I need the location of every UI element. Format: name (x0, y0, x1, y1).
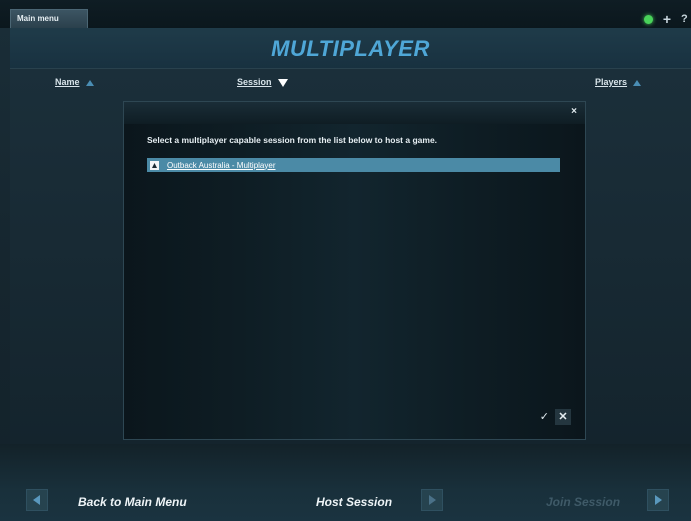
arrow-right-icon (655, 495, 662, 505)
page-title: MULTIPLAYER (271, 36, 430, 61)
column-header-name-label: Name (55, 77, 80, 87)
title-bar: MULTIPLAYER (10, 28, 691, 68)
session-list-item[interactable]: Outback Australia - Multiplayer (147, 158, 560, 172)
back-to-main-menu-label[interactable]: Back to Main Menu (78, 495, 187, 509)
arrow-right-icon (429, 495, 436, 505)
host-session-dialog: × Select a multiplayer capable session f… (123, 101, 586, 440)
column-header-name[interactable]: Name (55, 77, 94, 87)
sort-ascending-icon (633, 79, 642, 86)
status-online-icon (643, 14, 653, 24)
join-session-button[interactable] (647, 489, 669, 511)
sort-ascending-icon (85, 79, 94, 86)
arrow-left-icon (33, 495, 40, 505)
footer-bar (0, 444, 691, 521)
column-header-session-label: Session (237, 77, 272, 87)
back-button[interactable] (26, 489, 48, 511)
tab-main-menu[interactable]: Main menu (10, 9, 88, 28)
host-session-label[interactable]: Host Session (316, 495, 392, 509)
add-icon[interactable]: + (663, 12, 671, 26)
join-session-label: Join Session (546, 495, 621, 509)
sort-descending-icon (277, 78, 288, 87)
dialog-instruction: Select a multiplayer capable session fro… (147, 135, 438, 145)
session-type-icon (150, 160, 159, 170)
column-header-players-label: Players (595, 77, 628, 87)
top-bar: Main menu + ? (0, 0, 691, 28)
session-list-item-label: Outback Australia - Multiplayer (167, 160, 276, 170)
dialog-header: × (124, 102, 585, 124)
help-icon[interactable]: ? (681, 12, 689, 26)
system-icons: + ? (643, 12, 691, 26)
close-icon[interactable]: × (571, 106, 577, 117)
confirm-check-icon[interactable]: ✓ (540, 410, 549, 423)
column-header-players[interactable]: Players (595, 77, 642, 87)
host-session-button[interactable] (421, 489, 443, 511)
column-header-session[interactable]: Session (237, 77, 288, 87)
cancel-x-icon[interactable]: ✕ (555, 409, 571, 425)
